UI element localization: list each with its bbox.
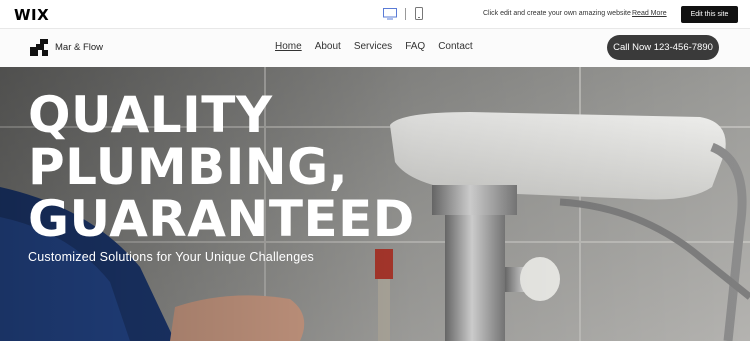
- call-now-button[interactable]: Call Now 123-456-7890: [607, 35, 719, 60]
- brand-logo-icon[interactable]: [30, 39, 48, 56]
- device-separator: [405, 8, 406, 20]
- mobile-icon[interactable]: [415, 7, 423, 20]
- read-more-link[interactable]: Read More: [632, 10, 667, 17]
- hero-subtitle: Customized Solutions for Your Unique Cha…: [28, 250, 314, 264]
- hero-title: QUALITY PLUMBING, GUARANTEED: [28, 89, 415, 245]
- site-header: Mar & Flow Home About Services FAQ Conta…: [0, 29, 750, 67]
- nav-item-faq[interactable]: FAQ: [405, 41, 425, 52]
- nav-item-services[interactable]: Services: [354, 41, 392, 52]
- nav-item-contact[interactable]: Contact: [438, 41, 472, 52]
- wix-logo[interactable]: WIX: [14, 6, 49, 24]
- edit-site-button[interactable]: Edit this site: [681, 6, 738, 23]
- hero-title-line-2: PLUMBING,: [28, 138, 349, 196]
- promo-text: Click edit and create your own amazing w…: [483, 10, 631, 17]
- nav-item-about[interactable]: About: [315, 41, 341, 52]
- brand-name[interactable]: Mar & Flow: [55, 42, 103, 53]
- hero-section: QUALITY PLUMBING, GUARANTEED Customized …: [0, 67, 750, 341]
- nav-item-home[interactable]: Home: [275, 41, 302, 52]
- hero-title-line-3: GUARANTEED: [28, 190, 415, 248]
- desktop-icon[interactable]: [383, 8, 397, 20]
- wix-top-bar: WIX Click edit and create your own amazi…: [0, 0, 750, 29]
- hero-title-line-1: QUALITY: [28, 86, 273, 144]
- main-nav: Home About Services FAQ Contact: [275, 41, 473, 52]
